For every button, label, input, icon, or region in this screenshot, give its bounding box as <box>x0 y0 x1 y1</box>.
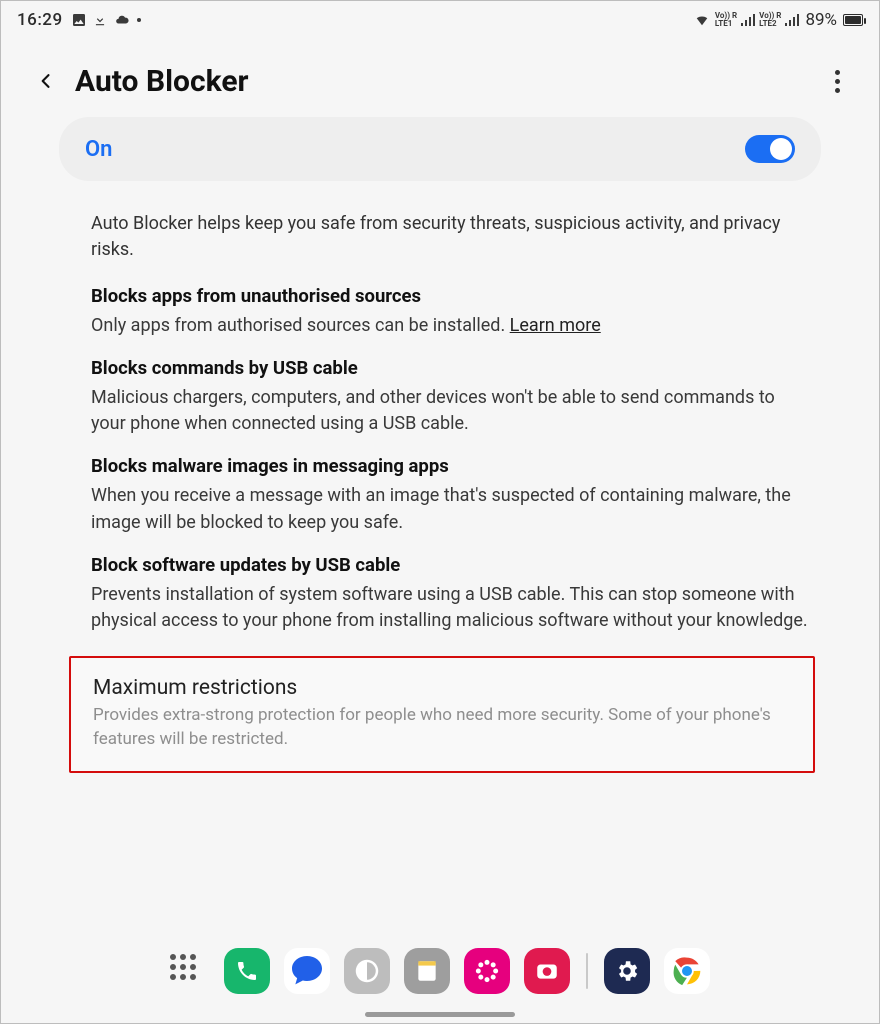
content-area: On Auto Blocker helps keep you safe from… <box>1 109 879 933</box>
section-body: When you receive a message with an image… <box>91 483 811 535</box>
section-block-malware-images: Blocks malware images in messaging apps … <box>25 443 855 541</box>
master-toggle-switch[interactable] <box>745 135 795 163</box>
battery-icon <box>843 14 863 26</box>
sim1-indicator: Vo)) RLTE1 <box>715 12 737 28</box>
maximum-restrictions-item[interactable]: Maximum restrictions Provides extra-stro… <box>69 656 815 774</box>
notes-app-icon[interactable] <box>404 948 450 994</box>
max-restrictions-body: Provides extra-strong protection for peo… <box>93 704 791 752</box>
navigation-dock <box>1 933 879 1023</box>
settings-app-icon[interactable] <box>604 948 650 994</box>
section-body: Prevents installation of system software… <box>91 582 811 634</box>
max-restrictions-title: Maximum restrictions <box>93 676 791 700</box>
section-block-unauthorised: Blocks apps from unauthorised sources On… <box>25 273 855 345</box>
status-time: 16:29 <box>17 10 63 30</box>
page-title: Auto Blocker <box>75 64 249 99</box>
signal-bars-2-icon <box>785 14 799 26</box>
section-body: Only apps from authorised sources can be… <box>91 313 811 339</box>
gallery-app-icon[interactable] <box>464 948 510 994</box>
sim2-indicator: Vo)) RLTE2 <box>759 12 781 28</box>
cloud-icon <box>113 13 131 27</box>
section-title: Blocks apps from unauthorised sources <box>91 285 811 307</box>
bixby-app-icon[interactable] <box>344 948 390 994</box>
wifi-icon <box>693 13 711 27</box>
status-bar: 16:29 Vo)) RLTE1 Vo)) RLTE2 89% <box>1 1 879 39</box>
download-icon <box>93 12 107 28</box>
chevron-left-icon <box>36 71 56 91</box>
more-button[interactable] <box>821 63 857 99</box>
section-block-usb-updates: Block software updates by USB cable Prev… <box>25 542 855 640</box>
back-button[interactable] <box>31 66 61 96</box>
more-vert-icon <box>835 68 840 95</box>
gesture-handle[interactable] <box>365 1012 515 1017</box>
section-title: Blocks commands by USB cable <box>91 357 811 379</box>
master-toggle-card[interactable]: On <box>59 117 821 181</box>
photo-saved-icon <box>71 12 87 28</box>
section-title: Blocks malware images in messaging apps <box>91 455 811 477</box>
master-toggle-label: On <box>85 137 112 162</box>
signal-bars-1-icon <box>741 14 755 26</box>
battery-percent: 89% <box>805 10 837 30</box>
more-notif-dot-icon <box>137 18 141 22</box>
titlebar: Auto Blocker <box>1 39 879 109</box>
phone-app-icon[interactable] <box>224 948 270 994</box>
section-body: Malicious chargers, computers, and other… <box>91 385 811 437</box>
apps-drawer-button[interactable] <box>170 954 204 988</box>
chrome-app-icon[interactable] <box>664 948 710 994</box>
feature-description: Auto Blocker helps keep you safe from se… <box>25 199 855 273</box>
camera-app-icon[interactable] <box>524 948 570 994</box>
learn-more-link[interactable]: Learn more <box>510 315 601 336</box>
section-block-usb-commands: Blocks commands by USB cable Malicious c… <box>25 345 855 443</box>
messages-app-icon[interactable] <box>284 948 330 994</box>
dock-separator <box>586 953 588 989</box>
section-title: Block software updates by USB cable <box>91 554 811 576</box>
